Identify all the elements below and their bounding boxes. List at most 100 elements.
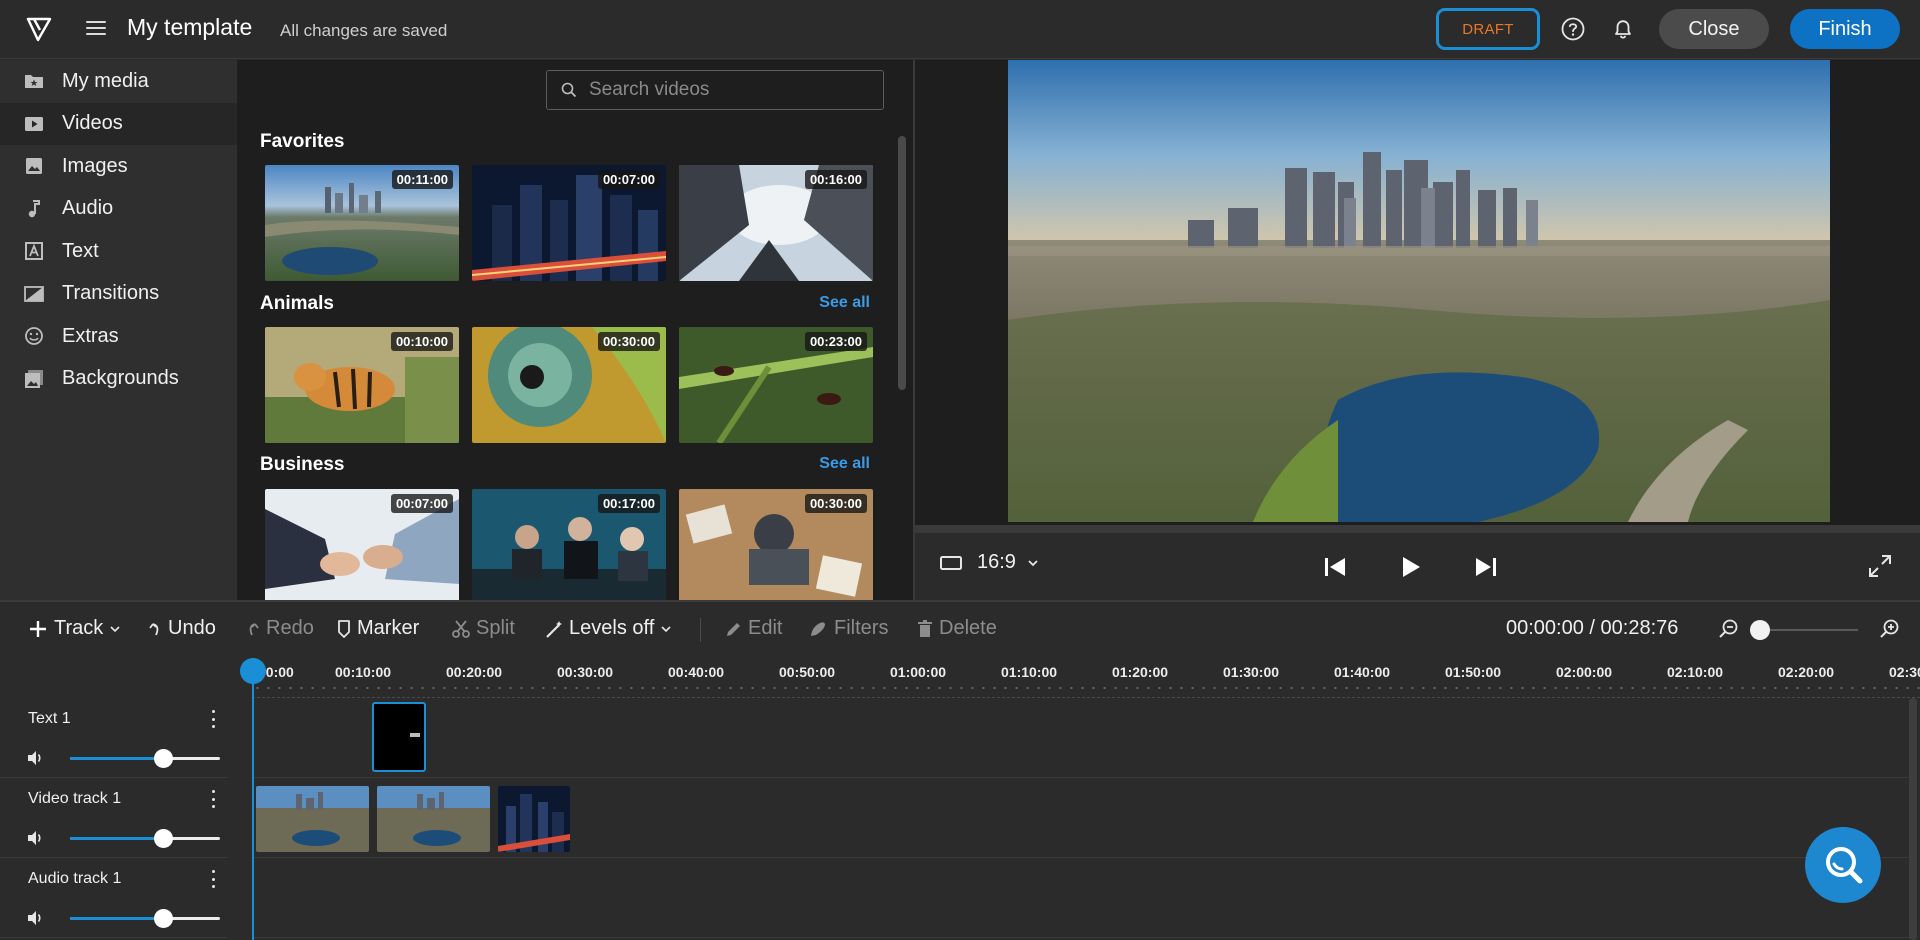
play-icon[interactable] [1396,553,1424,581]
track-lane-video[interactable] [252,778,1912,858]
volume-slider-handle[interactable] [154,749,173,768]
ruler-tick-label: 02:00:00 [1556,664,1613,680]
search-help-button[interactable] [1805,827,1881,903]
speaker-icon[interactable] [26,749,44,767]
page-title[interactable]: My template [127,14,252,41]
zoom-in-icon[interactable] [1879,618,1901,640]
more-vertical-icon[interactable] [210,870,216,888]
levels-label: Levels off [569,617,655,639]
sidebar-item-transitions[interactable]: Transitions [0,273,237,316]
fullscreen-icon[interactable] [1867,553,1893,579]
video-thumbnail-chameleon-eye[interactable]: 00:30:00 [472,327,666,443]
video-icon [24,114,44,134]
split-button[interactable]: Split [452,617,515,640]
sidebar-item-label: Backgrounds [62,367,179,390]
sidebar-item-text[interactable]: Text [0,230,237,273]
see-all-animals-link[interactable]: See all [819,294,870,312]
sidebar-item-videos[interactable]: Videos [0,102,237,145]
duration-badge: 00:30:00 [804,494,867,513]
marker-icon [338,619,350,638]
more-vertical-icon[interactable] [210,710,216,728]
video-thumbnail-city-night[interactable]: 00:07:00 [472,165,666,281]
more-vertical-icon[interactable] [210,790,216,808]
logo-icon[interactable] [26,16,52,42]
delete-label: Delete [939,617,997,639]
video-clip[interactable] [256,786,369,852]
skip-back-icon[interactable] [1321,553,1349,581]
marker-button[interactable]: Marker [337,617,419,640]
track-lane-text[interactable] [252,698,1912,778]
speaker-icon[interactable] [26,829,44,847]
duration-badge: 00:17:00 [597,494,660,513]
ruler-tick-label: 01:10:00 [1001,664,1058,680]
sidebar-item-extras[interactable]: Extras [0,315,237,358]
draft-badge[interactable]: DRAFT [1436,8,1540,50]
sidebar-item-backgrounds[interactable]: Backgrounds [0,358,237,401]
volume-slider-handle[interactable] [154,909,173,928]
search-box[interactable] [546,70,884,110]
see-all-business-link[interactable]: See all [819,455,870,473]
volume-slider-handle[interactable] [154,829,173,848]
video-thumbnail-ants[interactable]: 00:23:00 [679,327,873,443]
delete-button[interactable]: Delete [917,617,997,640]
add-track-button[interactable]: Track [28,617,127,640]
pencil-icon [727,622,740,636]
bell-icon[interactable] [1610,16,1636,42]
ruler-tick-label: 00:30:00 [557,664,614,680]
aspect-ratio-dropdown[interactable]: 16:9 [939,551,1040,574]
track-header-text: Text 1 [0,698,227,778]
duration-badge: 00:16:00 [804,170,867,189]
help-icon[interactable] [1560,16,1586,42]
track-name: Video track 1 [28,790,122,807]
zoom-out-icon[interactable] [1718,618,1740,640]
sidebar-item-label: Extras [62,324,119,347]
levels-dropdown[interactable]: Levels off [545,617,678,640]
volume-slider-track[interactable] [70,917,220,920]
ruler-tick-label: 02:10:00 [1667,664,1724,680]
filters-button[interactable]: Filters [808,617,888,640]
video-thumbnail-laptop-desk[interactable]: 00:30:00 [679,489,873,600]
video-preview[interactable] [1008,60,1830,522]
video-clip[interactable] [377,786,490,852]
finish-button[interactable]: Finish [1790,9,1900,49]
ruler-tick-label: 00:40:00 [668,664,725,680]
video-thumbnail-skyscrapers-sky[interactable]: 00:16:00 [679,165,873,281]
video-thumbnail-meeting[interactable]: 00:17:00 [472,489,666,600]
chevron-down-icon [661,625,671,632]
speaker-icon[interactable] [26,909,44,927]
menu-icon[interactable] [86,19,106,37]
volume-slider-track[interactable] [70,837,220,840]
track-lane-audio[interactable] [252,858,1912,938]
track-header-video: Video track 1 [0,778,227,858]
sidebar-item-images[interactable]: Images [0,145,237,188]
video-clip[interactable] [498,786,570,852]
duration-badge: 00:07:00 [597,170,660,189]
close-button[interactable]: Close [1659,9,1769,49]
sidebar-item-my-media[interactable]: My media [0,60,237,103]
track-header-audio: Audio track 1 [0,858,227,938]
section-title-animals: Animals [260,293,334,314]
playhead-handle[interactable] [240,658,266,684]
skip-forward-icon[interactable] [1472,553,1500,581]
media-scrollbar[interactable] [898,136,906,390]
aspect-ratio-icon [940,555,962,570]
video-thumbnail-tiger[interactable]: 00:10:00 [265,327,459,443]
media-panel: Favorites 00:11:00 00:07:00 [237,60,913,600]
video-thumbnail-handshake[interactable]: 00:07:00 [265,489,459,600]
timeline: 00:00 00:10:00 00:20:00 00:30:00 00:40:00 00:… [0,656,1920,940]
edit-button[interactable]: Edit [724,617,782,640]
zoom-slider-handle[interactable] [1750,620,1770,640]
playhead-line [252,672,254,940]
redo-button[interactable]: Redo [246,617,314,640]
text-clip[interactable] [372,702,426,772]
video-thumbnail-city-aerial[interactable]: 00:11:00 [265,165,459,281]
redo-label: Redo [266,617,314,639]
search-input[interactable] [589,79,869,101]
volume-slider-track[interactable] [70,757,220,760]
undo-button[interactable]: Undo [148,617,216,640]
sidebar-item-label: Transitions [62,282,160,305]
sidebar-item-audio[interactable]: Audio [0,188,237,231]
timeline-scrollbar[interactable] [1909,698,1917,940]
timeline-ruler[interactable]: 00:00 00:10:00 00:20:00 00:30:00 00:40:00 00:… [252,656,1920,698]
image-icon [24,156,44,176]
